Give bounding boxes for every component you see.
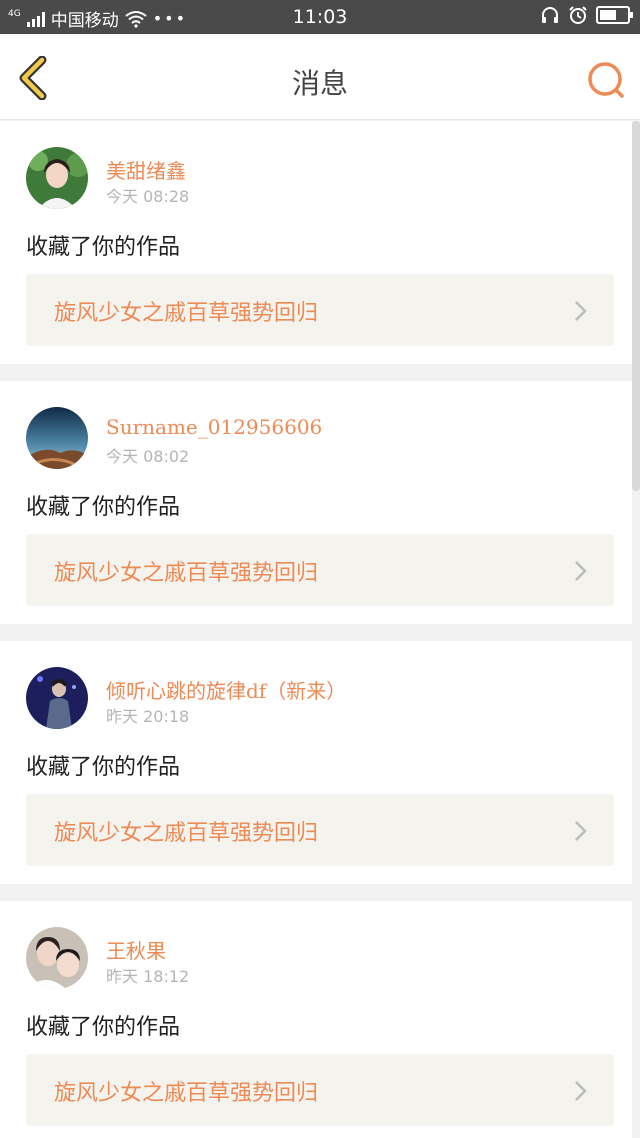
chevron-right-icon xyxy=(575,301,587,321)
username[interactable]: 王秋果 xyxy=(106,935,166,964)
avatar[interactable] xyxy=(26,407,88,469)
message-card: 倾听心跳的旋律df（新来） 昨天 20:18 收藏了你的作品 旋风少女之戚百草强… xyxy=(0,641,632,884)
work-link[interactable]: 旋风少女之戚百草强势回归 xyxy=(26,274,614,346)
message-card: 王秋果 昨天 18:12 收藏了你的作品 旋风少女之戚百草强势回归 xyxy=(0,901,632,1138)
action-text: 收藏了你的作品 xyxy=(26,1015,181,1040)
action-text: 收藏了你的作品 xyxy=(26,495,181,520)
status-bar: 4G 中国移动 ••• 11:03 xyxy=(0,0,640,34)
chevron-right-icon xyxy=(575,821,587,841)
work-title: 旋风少女之戚百草强势回归 xyxy=(54,301,319,326)
message-card: 美甜绪鑫 今天 08:28 收藏了你的作品 旋风少女之戚百草强势回归 xyxy=(0,121,632,364)
username[interactable]: Surname_012956606 xyxy=(106,415,322,439)
alarm-icon xyxy=(569,6,587,24)
headphones-icon xyxy=(542,7,558,23)
scrollbar[interactable] xyxy=(632,121,640,491)
message-time: 昨天 18:12 xyxy=(106,967,190,986)
message-card: Surname_012956606 今天 08:02 收藏了你的作品 旋风少女之… xyxy=(0,381,632,624)
work-link[interactable]: 旋风少女之戚百草强势回归 xyxy=(26,1054,614,1126)
work-title: 旋风少女之戚百草强势回归 xyxy=(54,561,319,586)
work-link[interactable]: 旋风少女之戚百草强势回归 xyxy=(26,794,614,866)
chevron-right-icon xyxy=(575,1081,587,1101)
nav-bar: 消息 xyxy=(0,34,640,120)
status-right xyxy=(540,5,633,25)
username[interactable]: 倾听心跳的旋律df（新来） xyxy=(106,675,346,704)
work-title: 旋风少女之戚百草强势回归 xyxy=(54,1081,319,1106)
message-time: 昨天 20:18 xyxy=(106,707,190,726)
avatar[interactable] xyxy=(26,147,88,209)
work-link[interactable]: 旋风少女之戚百草强势回归 xyxy=(26,534,614,606)
work-title: 旋风少女之戚百草强势回归 xyxy=(54,821,319,846)
battery-icon xyxy=(596,6,633,24)
action-text: 收藏了你的作品 xyxy=(26,755,181,780)
chevron-right-icon xyxy=(575,561,587,581)
username[interactable]: 美甜绪鑫 xyxy=(106,155,186,184)
avatar[interactable] xyxy=(26,927,88,989)
avatar[interactable] xyxy=(26,667,88,729)
message-time: 今天 08:02 xyxy=(106,447,190,466)
page-title: 消息 xyxy=(291,67,348,100)
search-icon[interactable] xyxy=(586,60,626,100)
action-text: 收藏了你的作品 xyxy=(26,235,181,260)
battery-level xyxy=(600,10,616,20)
message-time: 今天 08:28 xyxy=(106,187,190,206)
